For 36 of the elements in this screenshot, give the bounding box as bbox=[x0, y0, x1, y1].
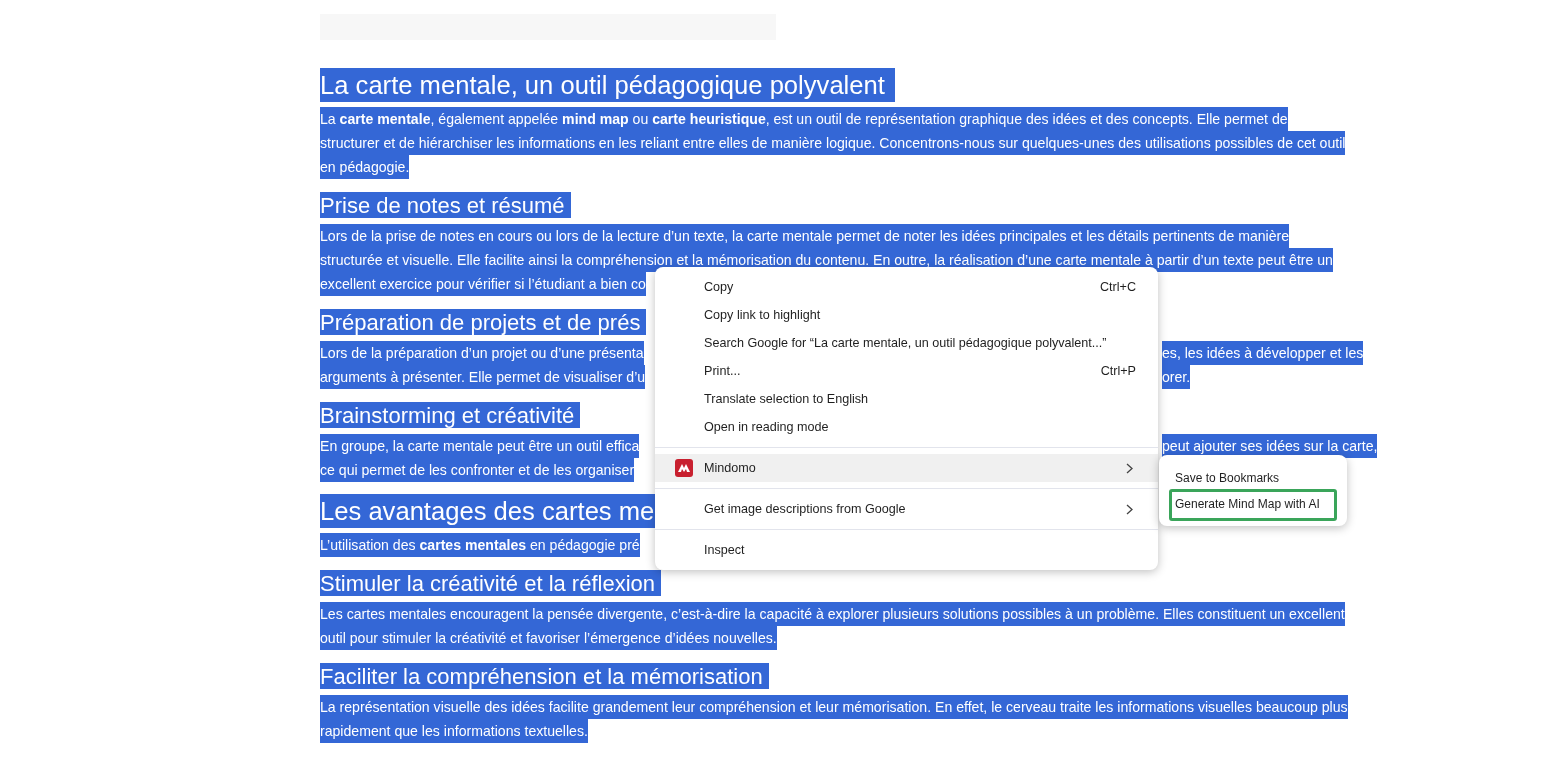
paragraph-text: Lors de la préparation d’un projet ou d’une présenta bbox=[320, 341, 644, 365]
submenu-item[interactable]: Save to Bookmarks bbox=[1169, 461, 1337, 489]
paragraph-text: L’utilisation des cartes mentales en pédagogie pré bbox=[320, 533, 640, 557]
paragraph-text: rapidement que les informations textuelles. bbox=[320, 719, 588, 743]
chevron-right-icon bbox=[1126, 462, 1133, 474]
menu-item[interactable]: Translate selection to English bbox=[655, 385, 1158, 413]
paragraph-text: peut ajouter ses idées sur la carte, bbox=[1162, 434, 1378, 458]
paragraph-text: excellent exercice pour vérifier si l’étudiant a bien co bbox=[320, 272, 646, 296]
heading: La carte mentale, un outil pédagogique polyvalent bbox=[320, 68, 895, 102]
menu-item[interactable]: Print... Ctrl+P bbox=[655, 357, 1158, 385]
paragraph-text: outil pour stimuler la créativité et favoriser l’émergence d’idées nouvelles. bbox=[320, 626, 777, 650]
menu-item[interactable]: Inspect bbox=[655, 536, 1158, 564]
menu-item[interactable]: Copy Ctrl+C bbox=[655, 273, 1158, 301]
subheading: Stimuler la créativité et la réflexion bbox=[320, 570, 662, 596]
menu-item[interactable]: Search Google for “La carte mentale, un outil pédagogique polyvalent...” bbox=[655, 329, 1158, 357]
chevron-right-icon bbox=[1126, 503, 1133, 515]
subheading: Faciliter la compréhension et la mémorisation bbox=[320, 663, 769, 689]
paragraph-text: es, les idées à développer et les bbox=[1162, 341, 1364, 365]
paragraph-text: La représentation visuelle des idées facilite grandement leur compréhension et leur mémorisation. En effet, le cerveau traite les informations visuelles beaucoup plus bbox=[320, 695, 1348, 719]
paragraph-text: La carte mentale, également appelée mind map ou carte heuristique, est un outil de représentation graphique des idées et des concepts. Elle permet de bbox=[320, 107, 1288, 131]
submenu-item[interactable]: Generate Mind Map with AI bbox=[1169, 489, 1337, 521]
paragraph-text: En groupe, la carte mentale peut être un outil effica bbox=[320, 434, 640, 458]
paragraph-text: orer. bbox=[1162, 365, 1191, 389]
paragraph-text: en pédagogie. bbox=[320, 155, 410, 179]
subheading: Prise de notes et résumé bbox=[320, 192, 571, 218]
paragraph-text: Les cartes mentales encouragent la pensée divergente, c’est-à-dire la capacité à explorer plusieurs solutions possibles à un problème. Elles constituent un excellent bbox=[320, 602, 1345, 626]
menu-item[interactable]: Mindomo bbox=[655, 454, 1158, 482]
app-logo-icon bbox=[675, 459, 693, 477]
paragraph-text: structurer et de hiérarchiser les informations en les reliant entre elles de manière logique. Concentrons-nous sur quelques-unes des utilisations possibles de cet outil bbox=[320, 131, 1346, 155]
paragraph-text: arguments à présenter. Elle permet de visualiser d’u bbox=[320, 365, 646, 389]
menu-item[interactable]: Open in reading mode bbox=[655, 413, 1158, 441]
paragraph-text: Lors de la prise de notes en cours ou lors de la lecture d’un texte, la carte mentale permet de noter les idées principales et les détails pertinents de manière bbox=[320, 224, 1290, 248]
subheading: Préparation de projets et de prés bbox=[320, 309, 647, 335]
paragraph-text: ce qui permet de les confronter et de les organiser bbox=[320, 458, 635, 482]
menu-item[interactable]: Copy link to highlight bbox=[655, 301, 1158, 329]
subheading: Brainstorming et créativité bbox=[320, 402, 581, 428]
